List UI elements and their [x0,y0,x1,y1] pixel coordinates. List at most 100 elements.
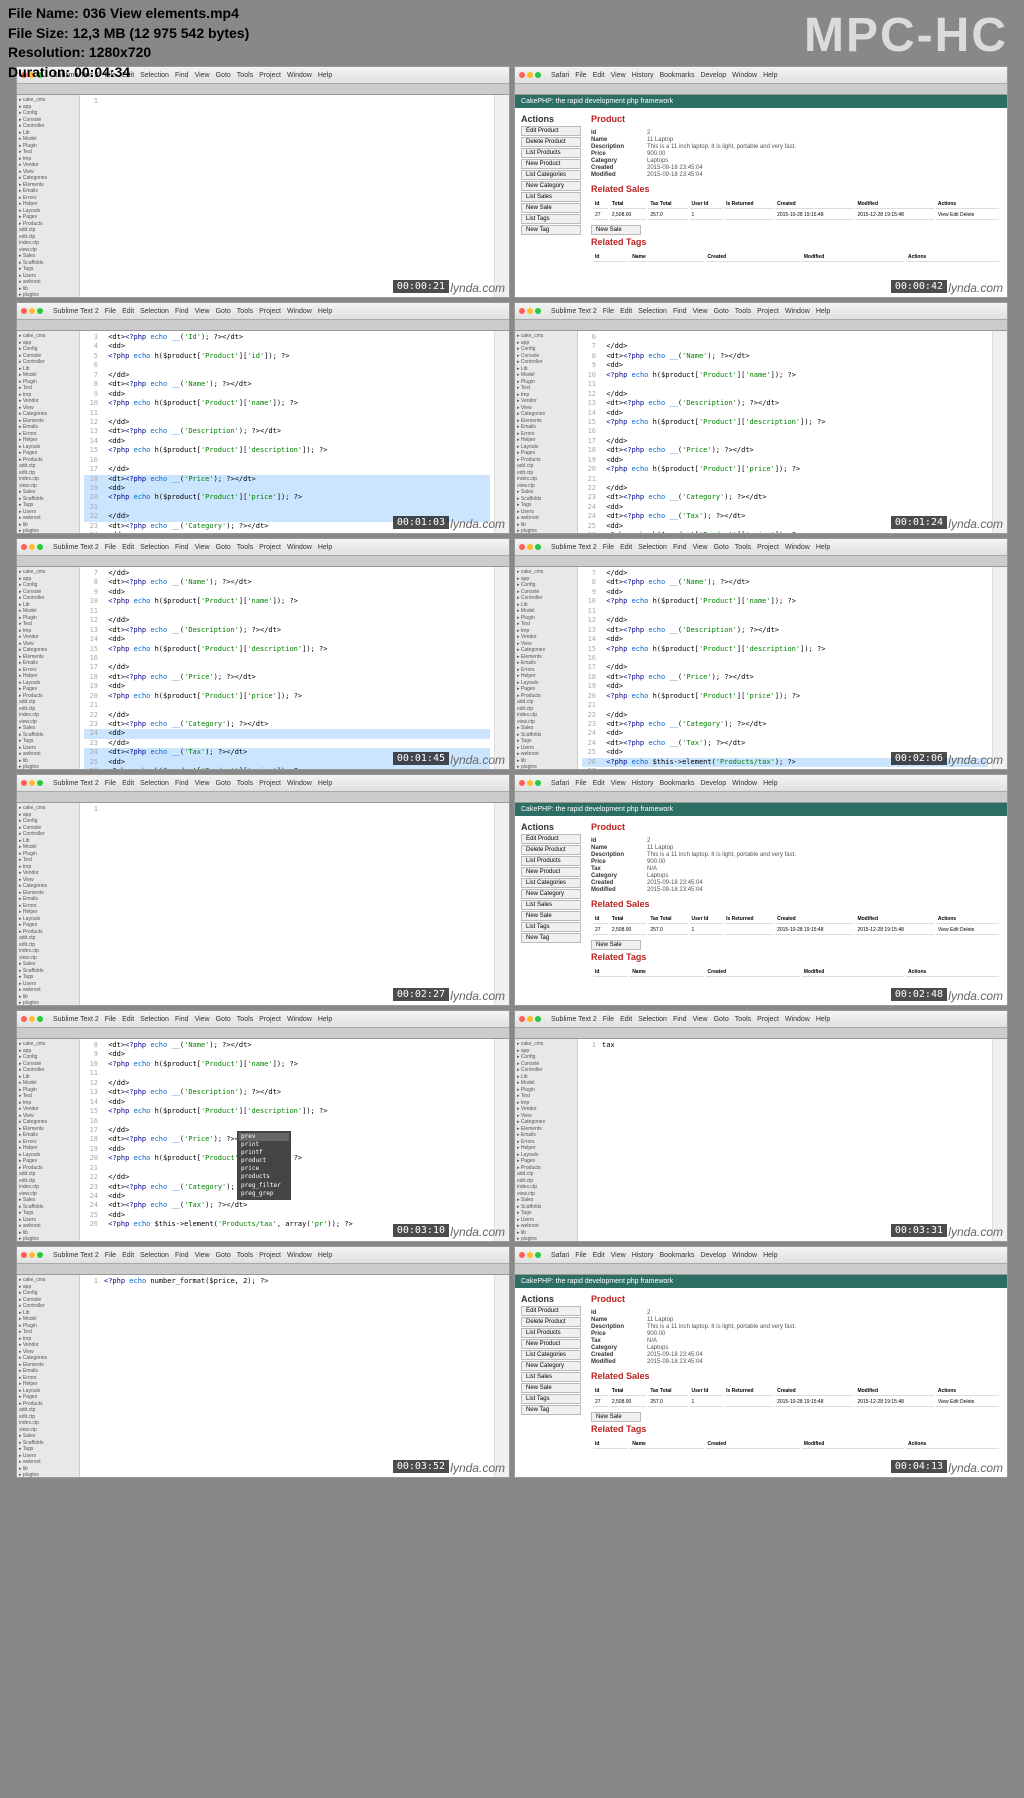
action-link[interactable]: New Product [521,1339,581,1349]
code-line[interactable]: 7 </dd> [84,569,490,578]
code-line[interactable]: 22 </dd> [582,711,988,720]
code-line[interactable]: 13 <dt><?php echo __('Description'); ?><… [582,399,988,408]
code-line[interactable]: 10 <?php echo h($product['Product']['nam… [582,597,988,606]
menu-item[interactable]: Bookmarks [659,72,694,79]
menu-item[interactable]: Selection [140,1252,169,1259]
row-action[interactable]: View [938,927,949,933]
file-tree[interactable]: ▸ cake_cms▸ app▸ Config▸ Console▸ Contro… [515,331,578,534]
menu-item[interactable]: Edit [620,308,632,315]
action-link[interactable]: Edit Product [521,834,581,844]
file-tree[interactable]: ▸ cake_cms▸ app▸ Config▸ Console▸ Contro… [17,567,80,770]
row-action[interactable]: Edit [950,212,959,218]
new-sale-button[interactable]: New Sale [591,1412,641,1422]
minimize-icon[interactable] [527,544,533,550]
code-line[interactable]: 9 <dd> [84,390,490,399]
menu-item[interactable]: Tools [237,1016,253,1023]
close-icon[interactable] [519,308,525,314]
menu-item[interactable]: View [195,308,210,315]
code-line[interactable]: 16 [84,654,490,663]
code-line[interactable]: 3 <dt><?php echo __('Id'); ?></dt> [84,333,490,342]
code-line[interactable]: 15 <?php echo h($product['Product']['des… [582,645,988,654]
menu-item[interactable]: Selection [140,544,169,551]
action-link[interactable]: List Sales [521,1372,581,1382]
row-action[interactable]: View [938,212,949,218]
code-line[interactable]: 17 </dd> [84,663,490,672]
code-line[interactable]: 13 <dt><?php echo __('Description'); ?><… [582,626,988,635]
menu-item[interactable]: Goto [216,780,231,787]
menu-item[interactable]: Goto [216,308,231,315]
menu-item[interactable]: Help [318,1016,332,1023]
tree-item[interactable]: ▸ plugins [19,764,77,770]
menu-item[interactable]: Edit [122,1252,134,1259]
maximize-icon[interactable] [37,1016,43,1022]
code-line[interactable]: 7 </dd> [582,569,988,578]
menu-item[interactable]: Help [816,308,830,315]
menu-item[interactable]: Tools [237,1252,253,1259]
code-line[interactable]: 16 [84,1117,490,1126]
menu-item[interactable]: Window [732,72,757,79]
action-link[interactable]: New Tag [521,1405,581,1415]
code-line[interactable]: 12 </dd> [582,616,988,625]
code-line[interactable]: 10 <?php echo h($product['Product']['nam… [84,1060,490,1069]
action-link[interactable]: List Categories [521,878,581,888]
menu-item[interactable]: Find [673,544,687,551]
code-line[interactable]: 20 <?php echo h($product['Product']['pri… [84,493,490,502]
menu-item[interactable]: Sublime Text 2 [53,1016,99,1023]
file-tree[interactable]: ▸ cake_cms▸ app▸ Config▸ Console▸ Contro… [17,331,80,534]
autocomplete-item[interactable]: products [239,1173,289,1181]
code-editor[interactable]: 1tax [578,1039,992,1242]
action-link[interactable]: New Category [521,1361,581,1371]
menu-item[interactable]: File [105,1252,116,1259]
minimize-icon[interactable] [527,308,533,314]
action-link[interactable]: Delete Product [521,1317,581,1327]
menu-item[interactable]: View [611,780,626,787]
close-icon[interactable] [21,1016,27,1022]
maximize-icon[interactable] [535,1016,541,1022]
menu-item[interactable]: Help [318,780,332,787]
code-line[interactable]: 1<?php echo number_format($price, 2); ?> [84,1277,490,1286]
menu-item[interactable]: Window [785,308,810,315]
close-icon[interactable] [21,544,27,550]
menu-item[interactable]: Find [175,780,189,787]
menu-item[interactable]: Sublime Text 2 [53,1252,99,1259]
menu-item[interactable]: Edit [122,544,134,551]
menu-item[interactable]: File [575,780,586,787]
autocomplete-item[interactable]: printf [239,1149,289,1157]
action-link[interactable]: New Product [521,159,581,169]
menu-item[interactable]: Sublime Text 2 [53,544,99,551]
menu-item[interactable]: Project [259,780,281,787]
menu-item[interactable]: Selection [140,780,169,787]
close-icon[interactable] [519,1016,525,1022]
code-line[interactable]: 20 <?php echo h($product['Product']['pri… [582,692,988,701]
menu-item[interactable]: Edit [620,1016,632,1023]
minimize-icon[interactable] [29,780,35,786]
menu-item[interactable]: Goto [216,544,231,551]
menu-item[interactable]: History [632,1252,654,1259]
menu-item[interactable]: Project [259,1252,281,1259]
code-line[interactable]: 18 <dt><?php echo __('Price'); ?></dt> [582,673,988,682]
code-line[interactable]: 24 <dt><?php echo __('Tax'); ?></dt> [84,1201,490,1210]
menu-item[interactable]: Edit [122,1016,134,1023]
autocomplete-item[interactable]: prev [239,1133,289,1141]
action-link[interactable]: New Category [521,889,581,899]
file-tree[interactable]: ▸ cake_cms▸ app▸ Config▸ Console▸ Contro… [17,1275,80,1478]
code-line[interactable]: 14 <dd> [582,635,988,644]
action-link[interactable]: Edit Product [521,1306,581,1316]
menu-item[interactable]: View [611,72,626,79]
autocomplete-popup[interactable]: prevprintprintfproductpriceproductspreg_… [237,1131,291,1200]
code-line[interactable]: 9 <dd> [84,588,490,597]
menu-item[interactable]: Selection [638,1016,667,1023]
menu-item[interactable]: Tools [237,780,253,787]
minimize-icon[interactable] [527,72,533,78]
autocomplete-item[interactable]: preg_filter [239,1182,289,1190]
menu-item[interactable]: History [632,780,654,787]
code-line[interactable]: 19 <dd> [582,682,988,691]
code-line[interactable]: 12 </dd> [84,616,490,625]
code-line[interactable]: 13 <dt><?php echo __('Description'); ?><… [84,626,490,635]
code-line[interactable]: 15 <?php echo h($product['Product']['des… [84,645,490,654]
menu-item[interactable]: Window [287,308,312,315]
menu-item[interactable]: File [575,72,586,79]
code-line[interactable]: 11 [84,409,490,418]
menu-item[interactable]: Tools [237,308,253,315]
tree-item[interactable]: ▸ plugins [19,1000,77,1006]
